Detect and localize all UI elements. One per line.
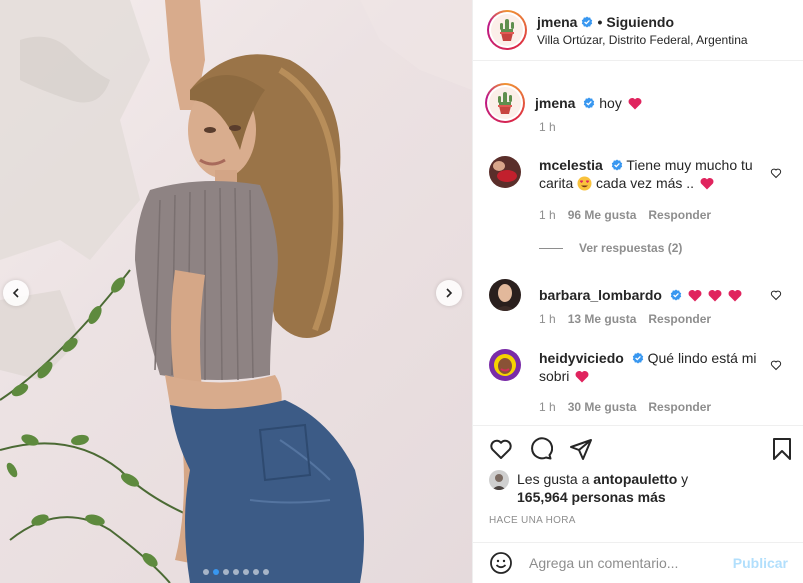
comments-list: jmena hoy 1 h mcelestia Tiene muy mucho … xyxy=(473,61,803,425)
caption-username[interactable]: jmena xyxy=(535,95,575,111)
separator-dot: • xyxy=(597,13,603,30)
red-heart-emoji-icon xyxy=(628,98,642,110)
comment-icon[interactable] xyxy=(529,437,553,461)
post-location[interactable]: Villa Ortúzar, Distrito Federal, Argenti… xyxy=(537,33,748,47)
chevron-right-icon xyxy=(446,288,453,298)
photo-illustration xyxy=(0,0,472,583)
comment-row: heidyviciedo Qué lindo está mi sobri xyxy=(489,349,789,385)
view-replies-label: Ver respuestas (2) xyxy=(579,241,683,255)
publish-button[interactable]: Publicar xyxy=(733,555,788,571)
commenter-avatar[interactable] xyxy=(489,349,521,381)
comment-text-continued: cada vez más .. xyxy=(596,175,695,191)
avatar-image xyxy=(489,279,521,311)
comment-username[interactable]: mcelestia xyxy=(539,157,603,173)
likes-count[interactable]: 165,964 personas más xyxy=(517,489,666,505)
chevron-left-icon xyxy=(12,288,19,298)
carousel-dot-active xyxy=(213,569,219,575)
comment-time: 1 h xyxy=(539,208,556,222)
likes-summary: Les gusta a antopauletto y 165,964 perso… xyxy=(489,470,789,506)
carousel-dot xyxy=(243,569,249,575)
cactus-icon xyxy=(500,19,514,41)
caption-time: 1 h xyxy=(539,120,556,134)
comment-time: 1 h xyxy=(539,400,556,414)
action-bar xyxy=(473,425,803,471)
red-heart-emoji-icon xyxy=(700,178,714,190)
comment-input[interactable] xyxy=(529,555,733,571)
emoji-icon[interactable] xyxy=(489,551,513,575)
carousel-dot xyxy=(263,569,269,575)
commenter-avatar[interactable] xyxy=(489,279,521,311)
red-heart-emoji-icon xyxy=(688,290,702,302)
comment-username[interactable]: heidyviciedo xyxy=(539,350,624,366)
likes-conjunction: y xyxy=(681,471,689,487)
like-comment-heart-icon[interactable] xyxy=(770,359,782,371)
post-side-panel: jmena • Siguiendo Villa Ortúzar, Distrit… xyxy=(472,0,803,583)
commenter-avatar[interactable] xyxy=(489,156,521,188)
verified-icon xyxy=(632,352,643,364)
carousel-dot xyxy=(203,569,209,575)
like-comment-heart-icon[interactable] xyxy=(770,289,782,301)
post-header: jmena • Siguiendo Villa Ortúzar, Distrit… xyxy=(473,0,803,61)
comment-meta: 1 h 96 Me gusta Responder xyxy=(539,208,711,222)
share-icon[interactable] xyxy=(569,437,593,461)
next-slide-button[interactable] xyxy=(436,280,462,306)
carousel-indicators xyxy=(0,569,472,575)
reply-button[interactable]: Responder xyxy=(648,312,711,326)
caption-row: jmena hoy xyxy=(485,83,789,123)
verified-icon xyxy=(584,97,595,109)
avatar-image xyxy=(489,156,521,188)
liker-username[interactable]: antopauletto xyxy=(593,471,677,487)
author-avatar[interactable] xyxy=(487,10,527,50)
heart-icon[interactable] xyxy=(489,437,513,461)
previous-slide-button[interactable] xyxy=(3,280,29,306)
verified-icon xyxy=(611,159,622,171)
comment-meta: 1 h 30 Me gusta Responder xyxy=(539,400,711,414)
post-image[interactable] xyxy=(0,0,472,583)
caption-avatar[interactable] xyxy=(485,83,525,123)
comment-likes[interactable]: 96 Me gusta xyxy=(568,208,637,222)
cactus-icon xyxy=(498,92,512,114)
comment-likes[interactable]: 13 Me gusta xyxy=(568,312,637,326)
comment-composer: Publicar xyxy=(473,542,803,583)
like-comment-heart-icon[interactable] xyxy=(770,167,782,179)
comment-time: 1 h xyxy=(539,312,556,326)
verified-icon xyxy=(670,289,682,301)
post-timestamp[interactable]: HACE UNA HORA xyxy=(489,515,576,526)
comment-row: barbara_lombardo xyxy=(489,279,789,311)
bookmark-icon[interactable] xyxy=(770,437,794,461)
red-heart-emoji-icon xyxy=(728,290,741,302)
reply-button[interactable]: Responder xyxy=(648,208,711,222)
comment-meta: 1 h 13 Me gusta Responder xyxy=(539,312,711,326)
following-button[interactable]: Siguiendo xyxy=(606,14,674,30)
avatar-image xyxy=(489,470,509,490)
comment-username[interactable]: barbara_lombardo xyxy=(539,287,662,303)
red-heart-emoji-icon xyxy=(708,290,722,302)
author-username[interactable]: jmena xyxy=(537,14,577,30)
heart-eyes-emoji-icon xyxy=(577,176,592,191)
caption-text: hoy xyxy=(599,95,622,111)
carousel-dot xyxy=(233,569,239,575)
avatar-image xyxy=(489,349,521,381)
carousel-dot xyxy=(223,569,229,575)
view-replies-button[interactable]: Ver respuestas (2) xyxy=(539,241,682,255)
comment-likes[interactable]: 30 Me gusta xyxy=(568,400,637,414)
red-heart-emoji-icon xyxy=(575,371,589,383)
comment-row: mcelestia Tiene muy mucho tu carita cada… xyxy=(489,156,789,192)
replies-line xyxy=(539,247,563,249)
liker-avatar[interactable] xyxy=(489,470,509,490)
reply-button[interactable]: Responder xyxy=(648,400,711,414)
caption-meta: 1 h xyxy=(539,120,556,134)
likes-prefix: Les gusta a xyxy=(517,471,590,487)
carousel-dot xyxy=(253,569,259,575)
verified-icon xyxy=(582,16,593,27)
